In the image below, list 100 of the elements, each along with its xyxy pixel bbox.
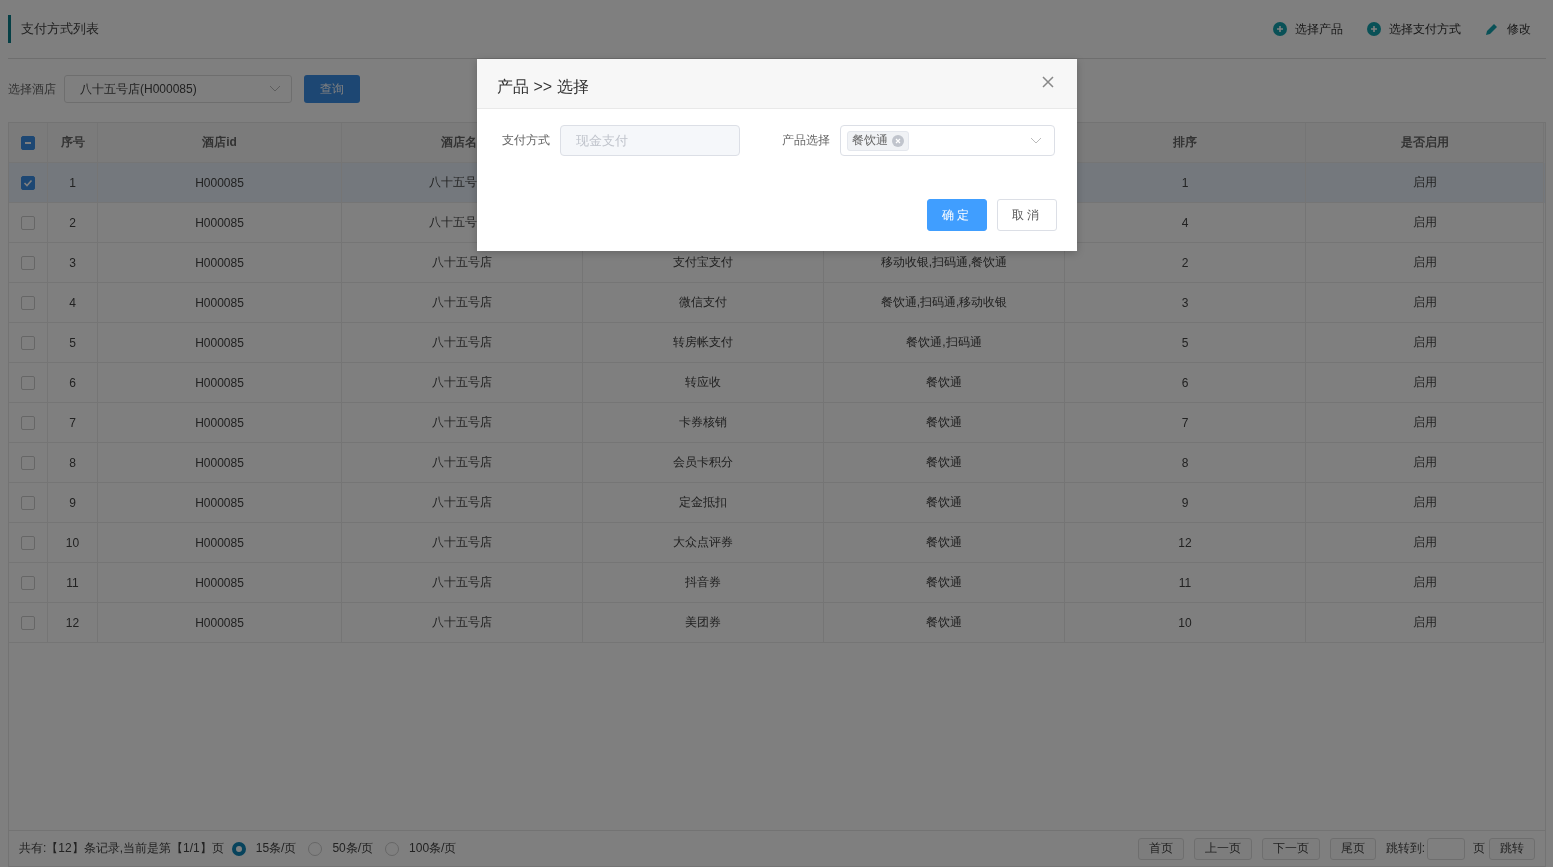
table-row[interactable]: 11 H000085 八十五号店 抖音券 餐饮通 11 启用 [9,563,1545,603]
table-cell: 启用 [1412,294,1437,311]
row-checkbox[interactable] [21,375,35,390]
table-cell: 餐饮通 [926,614,962,631]
table-cell: 启用 [1412,174,1437,191]
query-button[interactable]: 查询 [304,75,360,103]
table-row[interactable]: 8 H000085 八十五号店 会员卡积分 餐饮通 8 启用 [9,443,1545,483]
table-cell: 美团券 [685,614,721,631]
table-cell: 10 [65,535,80,550]
table-row[interactable]: 10 H000085 八十五号店 大众点评券 餐饮通 12 启用 [9,523,1545,563]
pager-button[interactable]: 尾页 [1329,837,1376,860]
toolbar-link[interactable]: 选择产品 [1273,20,1343,38]
page-size-option[interactable]: 15条/页 [231,840,297,857]
table-cell: 8 [1181,455,1189,470]
table-cell: H000085 [195,575,244,590]
table-cell: 八十五号店 [432,254,492,271]
table-row[interactable]: 9 H000085 八十五号店 定金抵扣 餐饮通 9 启用 [9,483,1545,523]
row-checkbox[interactable] [21,295,35,310]
cancel-button[interactable]: 取消 [997,199,1057,231]
product-tag: 餐饮通 [847,130,909,151]
table-cell: 3 [69,255,76,270]
table-cell: 餐饮通 [926,414,962,431]
column-header: 酒店名 [441,134,477,151]
table-cell: H000085 [195,375,244,390]
record-summary: 共有:【12】条记录,当前是第【1/1】页 [19,840,224,857]
pencil-icon [1485,22,1499,36]
row-checkbox[interactable] [21,575,35,590]
table-cell: 支付宝支付 [673,254,733,271]
table-cell: 大众点评券 [673,534,733,551]
row-checkbox[interactable] [21,415,35,430]
hotel-select[interactable]: 八十五号店(H000085) [64,75,292,103]
pager-button[interactable]: 首页 [1137,837,1184,860]
remove-icon[interactable] [892,134,904,147]
table-cell: 启用 [1412,614,1437,631]
close-icon[interactable] [1042,75,1054,88]
column-header: 酒店id [202,134,237,151]
row-checkbox[interactable] [21,175,35,190]
table-cell: 移动收银,扫码通,餐饮通 [880,254,1008,271]
column-header: 排序 [1173,134,1197,151]
table-cell: H000085 [195,255,244,270]
table-cell: 11 [1178,575,1192,590]
table-cell: H000085 [195,535,244,550]
row-checkbox[interactable] [21,535,35,550]
table-cell: 餐饮通 [926,534,962,551]
toolbar-link[interactable]: 选择支付方式 [1367,20,1461,38]
table-cell: 11 [66,575,79,590]
table-cell: 八十五号店 [432,414,492,431]
table-row[interactable]: 5 H000085 八十五号店 转房帐支付 餐饮通,扫码通 5 启用 [9,323,1545,363]
table-cell: 启用 [1412,374,1437,391]
toolbar-link[interactable]: 修改 [1485,20,1531,38]
table-cell: 餐饮通 [926,494,962,511]
pager-button[interactable]: 上一页 [1193,837,1252,860]
table-cell: 10 [1178,615,1192,630]
table-row[interactable]: 12 H000085 八十五号店 美团券 餐饮通 10 启用 [9,603,1545,643]
table-cell: 启用 [1412,574,1437,591]
table-cell: H000085 [195,175,244,190]
row-checkbox[interactable] [21,335,35,350]
table-cell: 7 [69,415,76,430]
table-row[interactable]: 4 H000085 八十五号店 微信支付 餐饮通,扫码通,移动收银 3 启用 [9,283,1545,323]
table-cell: 八十五号 [429,214,477,231]
table-cell: 5 [69,335,76,350]
table-cell: 9 [1181,495,1189,510]
table-cell: 八十五号店 [432,374,492,391]
table-cell: 启用 [1412,494,1437,511]
table-cell: H000085 [195,615,244,630]
pager-button[interactable]: 下一页 [1261,837,1320,860]
confirm-button[interactable]: 确定 [927,199,987,231]
row-checkbox[interactable] [21,255,35,270]
page-size-option[interactable]: 100条/页 [385,840,457,857]
page-size-option[interactable]: 50条/页 [308,840,374,857]
table-cell: 抖音券 [685,574,721,591]
product-select[interactable]: 餐饮通 [840,125,1055,156]
table-cell: 卡券核销 [679,414,727,431]
table-cell: 八十五号店 [432,454,492,471]
table-cell: 启用 [1412,534,1437,551]
table-cell: 八十五号店 [432,294,492,311]
row-checkbox[interactable] [21,495,35,510]
table-cell: 启用 [1412,254,1437,271]
table-cell: 6 [1181,375,1189,390]
table-cell: 八十五号店 [432,614,492,631]
row-checkbox[interactable] [21,455,35,470]
table-cell: 会员卡积分 [673,454,733,471]
row-checkbox[interactable] [21,615,35,630]
dialog-title: 产品 >> 选择 [497,77,589,97]
table-cell: 餐饮通,扫码通 [906,334,982,351]
page-unit: 页 [1473,840,1485,857]
table-cell: 启用 [1412,454,1437,471]
table-row[interactable]: 7 H000085 八十五号店 卡券核销 餐饮通 7 启用 [9,403,1545,443]
select-all-checkbox[interactable] [21,135,35,150]
filter-label: 选择酒店 [8,80,56,98]
table-cell: 3 [1181,295,1189,310]
jump-button[interactable]: 跳转 [1489,837,1535,860]
field-label: 产品选择 [782,132,830,149]
table-cell: 5 [1181,335,1189,350]
table-row[interactable]: 6 H000085 八十五号店 转应收 餐饮通 6 启用 [9,363,1545,403]
jump-label: 跳转到: [1385,840,1425,857]
row-checkbox[interactable] [21,215,35,230]
chevron-down-icon [269,85,281,93]
table-cell: H000085 [195,415,244,430]
table-cell: 9 [69,495,76,510]
